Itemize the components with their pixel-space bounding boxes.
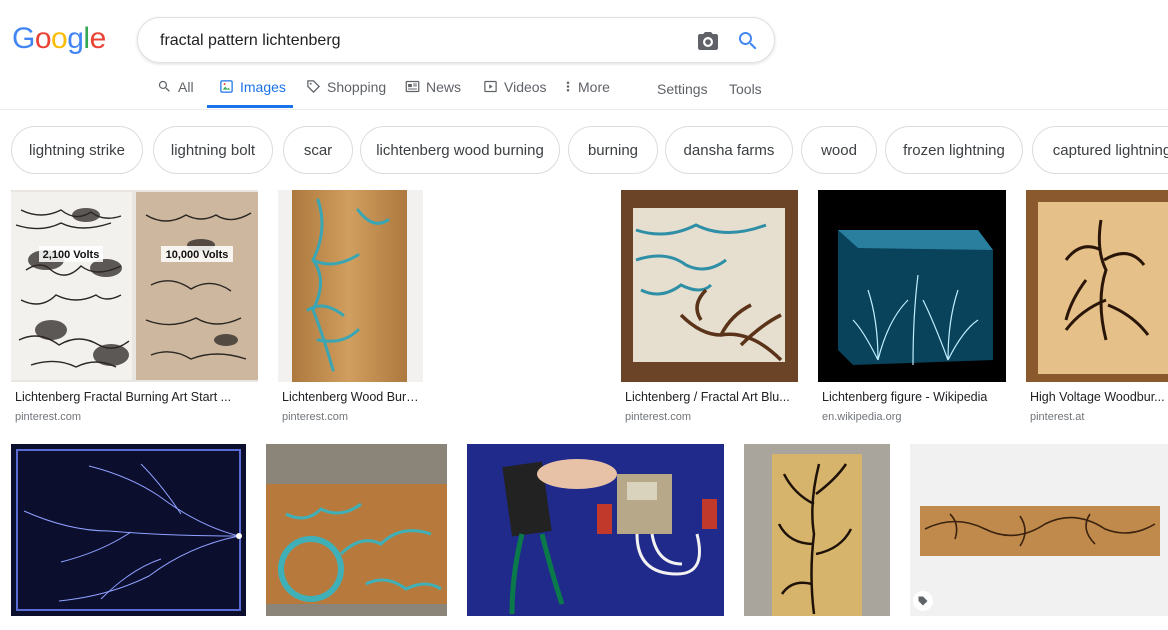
result-caption[interactable]: Lichtenberg figure - Wikipedia [822,390,1006,404]
tab-label: News [426,79,462,95]
tab-all[interactable]: All [157,72,194,108]
tab-label: Videos [504,79,547,95]
search-icon [158,80,170,92]
tab-label: Shopping [327,79,387,95]
tab-news[interactable]: News [405,72,461,108]
result-source[interactable]: pinterest.com [15,411,81,423]
chip-dansha-farms[interactable]: dansha farms [665,126,793,174]
more-dots-icon [566,81,570,92]
logo-letter: e [89,22,107,55]
chip-wood[interactable]: wood [801,126,877,174]
chip-lightning-bolt[interactable]: lightning bolt [153,126,273,174]
result-source[interactable]: pinterest.com [625,411,691,423]
tab-videos[interactable]: Videos [483,72,547,108]
image-result[interactable] [744,444,890,630]
tab-label: All [178,79,194,95]
image-result[interactable]: Lichtenberg / Fractal Art Blu... pintere… [621,190,798,430]
volts-label: 2,100 Volts [43,249,100,261]
chip-burning[interactable]: burning [568,126,658,174]
news-icon [405,80,420,93]
result-thumbnail[interactable] [467,444,724,616]
result-thumbnail[interactable] [278,190,423,382]
result-caption[interactable]: Lichtenberg Wood Burn... [282,390,422,404]
result-source[interactable]: pinterest.com [282,411,348,423]
image-result[interactable] [467,444,724,630]
result-source[interactable]: pinterest.at [1030,411,1084,423]
result-thumbnail[interactable] [621,190,798,382]
tag-icon [918,596,928,606]
result-caption[interactable]: Lichtenberg Fractal Burning Art Start ..… [15,390,255,404]
camera-icon[interactable] [696,29,720,53]
volts-label: 10,000 Volts [166,249,229,261]
tab-label: Tools [729,81,762,97]
tab-label: Settings [657,81,708,97]
tag-icon [307,80,321,94]
image-result[interactable]: 2,100 Volts 10,000 Volts Lichtenberg Fra… [11,190,258,430]
tab-tools[interactable]: Tools [729,72,762,108]
google-logo[interactable]: Google [12,22,106,56]
header-divider [0,109,1168,110]
image-result[interactable] [11,444,246,630]
tab-more[interactable]: More [564,72,610,108]
tab-settings[interactable]: Settings [657,72,708,108]
logo-letter: o [34,22,52,55]
image-icon [220,80,233,93]
chip-captured-lightning[interactable]: captured lightning [1032,126,1168,174]
result-thumbnail[interactable] [1026,190,1168,382]
chip-lichtenberg-wood-burning[interactable]: lichtenberg wood burning [360,126,560,174]
result-thumbnail[interactable] [744,444,890,616]
tab-label: More [578,79,610,95]
logo-letter: G [12,22,35,55]
tab-label: Images [240,79,286,95]
result-caption[interactable]: High Voltage Woodbur... [1030,390,1168,404]
search-box[interactable] [137,17,775,63]
image-result[interactable]: High Voltage Woodbur... pinterest.at [1026,190,1168,430]
chip-scar[interactable]: scar [283,126,353,174]
image-result[interactable]: Lichtenberg figure - Wikipedia en.wikipe… [818,190,1006,430]
play-icon [484,80,497,93]
tab-shopping[interactable]: Shopping [306,72,386,108]
result-thumbnail[interactable]: 2,100 Volts 10,000 Volts [11,190,258,382]
image-result[interactable] [266,444,447,630]
logo-letter: g [67,22,84,55]
logo-letter: o [51,22,68,55]
chip-lightning-strike[interactable]: lightning strike [11,126,143,174]
tab-images[interactable]: Images [207,72,293,108]
result-caption[interactable]: Lichtenberg / Fractal Art Blu... [625,390,795,404]
image-result[interactable]: Lichtenberg Wood Burn... pinterest.com [278,190,423,430]
search-input[interactable] [158,29,682,53]
result-thumbnail[interactable] [818,190,1006,382]
result-thumbnail[interactable] [11,444,246,616]
image-result[interactable] [910,444,1168,630]
search-icon[interactable] [736,29,760,53]
chip-frozen-lightning[interactable]: frozen lightning [885,126,1023,174]
result-thumbnail[interactable] [910,444,1168,616]
result-source[interactable]: en.wikipedia.org [822,411,902,423]
result-thumbnail[interactable] [266,444,447,616]
